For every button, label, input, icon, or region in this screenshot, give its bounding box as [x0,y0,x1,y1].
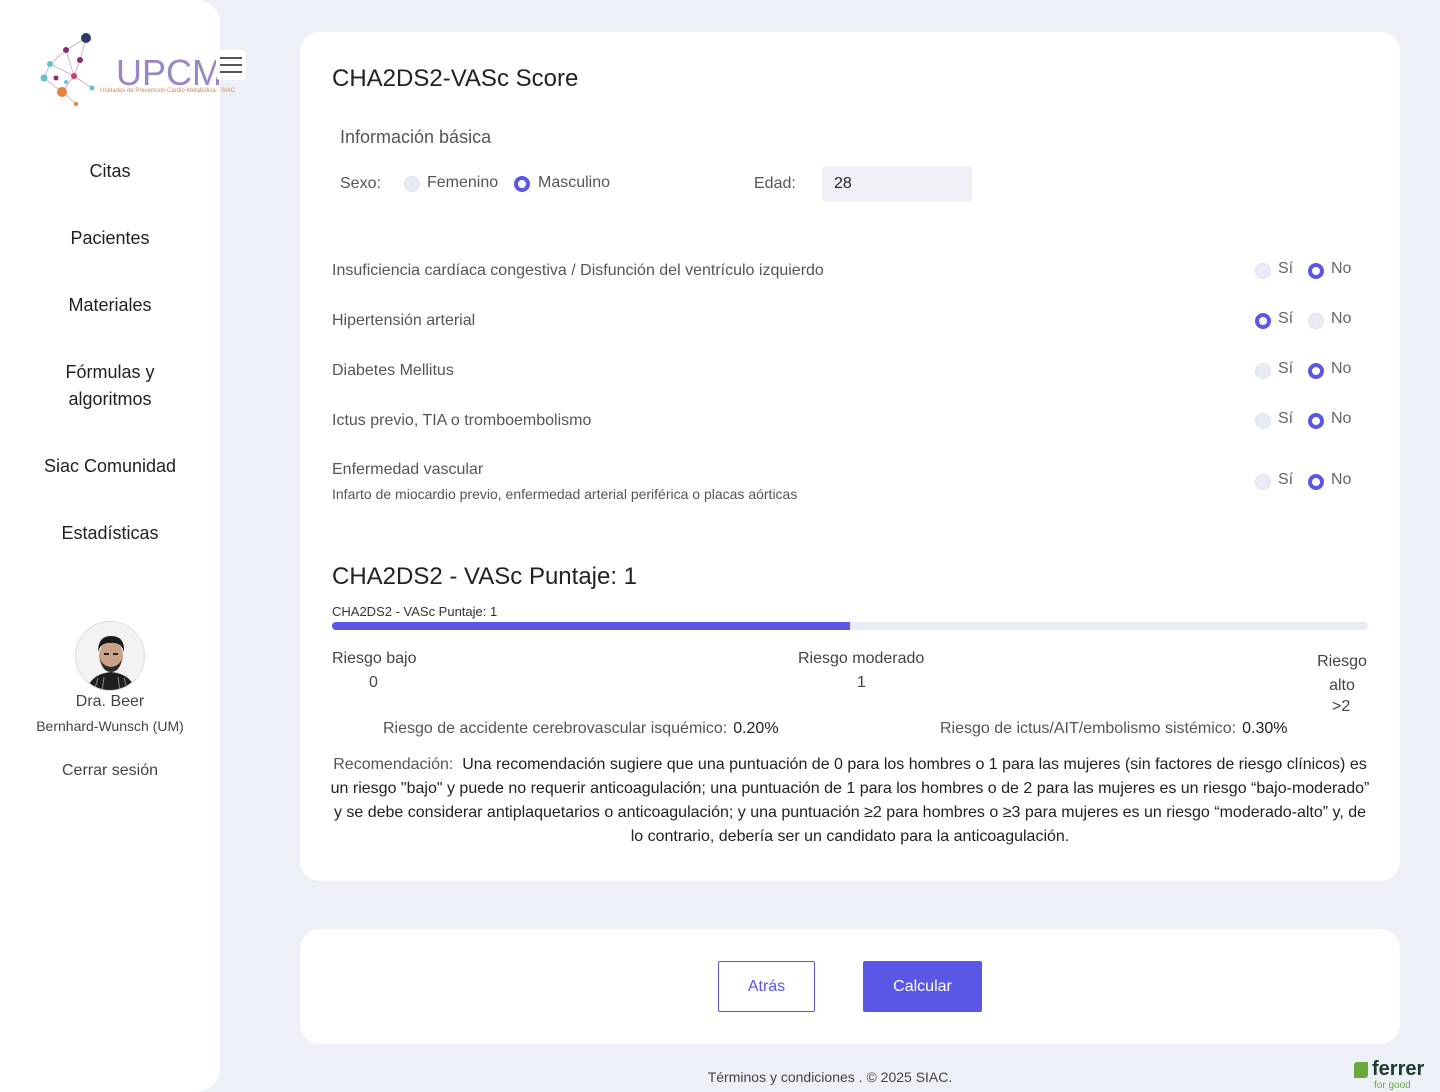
question-option-no[interactable]: No [1331,260,1351,278]
ferrer-mark-icon [1354,1062,1368,1078]
question-row: Ictus previo, TIA o tromboembolismo Sí N… [332,410,1368,442]
question-label: Hipertensión arterial [332,312,476,329]
user-organization: Bernhard-Wunsch (UM) [36,718,184,734]
question-row: Hipertensión arterial Sí No [332,310,1368,342]
footer-text[interactable]: Términos y condiciones . © 2025 SIAC. [0,1069,1440,1085]
score-bar-label: CHA2DS2 - VASc Puntaje: 1 [332,604,498,619]
question-radio-no[interactable] [1308,313,1324,329]
page-title: CHA2DS2-VASc Score [332,65,579,92]
question-row: Enfermedad vascular Infarto de miocardio… [332,461,1368,511]
question-row: Diabetes Mellitus Sí No [332,360,1368,392]
recommendation-label: Recomendación: [333,756,454,773]
sex-label: Sexo: [340,175,381,192]
question-radio-si[interactable] [1255,413,1271,429]
question-label: Ictus previo, TIA o tromboembolismo [332,412,592,429]
question-option-no[interactable]: No [1331,360,1351,378]
question-label: Enfermedad vascular [332,461,484,478]
question-label: Insuficiencia cardíaca congestiva / Disf… [332,262,824,279]
actions-card: Atrás Calcular [300,929,1400,1044]
score-title: CHA2DS2 - VASc Puntaje: 1 [332,563,638,590]
question-option-no[interactable]: No [1331,471,1351,489]
question-radio-si[interactable] [1255,313,1271,329]
question-option-si[interactable]: Sí [1278,410,1293,428]
question-option-no[interactable]: No [1331,410,1351,428]
recommendation-text: Una recomendación sugiere que una puntua… [330,756,1370,845]
question-radio-no[interactable] [1308,363,1324,379]
question-radio-si[interactable] [1255,263,1271,279]
back-button[interactable]: Atrás [718,961,815,1012]
risk-moderate-label: Riesgo moderado [798,650,925,667]
sidebar-item-citas[interactable]: Citas [0,138,220,205]
ferrer-logo: ferrer for good [1354,1058,1426,1092]
risk-high-value: >2 [1332,698,1351,715]
sidebar-item-pacientes[interactable]: Pacientes [0,205,220,272]
risk-moderate-value: 1 [857,674,866,691]
avatar[interactable] [75,621,145,691]
sidebar-nav: Citas Pacientes Materiales Fórmulas y al… [0,138,220,567]
stat-ischemic-value: 0.20% [733,720,779,737]
basic-info-row: Sexo: Femenino Masculino Edad: [340,166,1040,208]
question-radio-si[interactable] [1255,363,1271,379]
age-label: Edad: [754,175,796,192]
calculator-card: CHA2DS2-VASc Score Información básica Se… [300,32,1400,881]
stat-systemic-label: Riesgo de ictus/AIT/embolismo sistémico: [940,720,1237,737]
risk-low-label: Riesgo bajo [332,650,417,667]
question-sublabel: Infarto de miocardio previo, enfermedad … [332,486,798,502]
question-radio-si[interactable] [1255,474,1271,490]
stat-ischemic-label: Riesgo de accidente cerebrovascular isqu… [383,720,728,737]
logo-subtitle: Unidades de Prevención Cardio-Metabólica… [100,88,236,94]
user-portrait-icon [76,622,144,690]
sidebar-item-siac-comunidad[interactable]: Siac Comunidad [0,433,220,500]
question-option-no[interactable]: No [1331,310,1351,328]
sidebar-item-formulas[interactable]: Fórmulas y algoritmos [0,339,220,433]
stat-ischemic-stroke: Riesgo de accidente cerebrovascular isqu… [383,720,779,738]
ferrer-tagline: for good [1374,1080,1411,1091]
stat-systemic-embolism: Riesgo de ictus/AIT/embolismo sistémico:… [940,720,1287,738]
score-progress-fill [332,622,850,630]
question-row: Insuficiencia cardíaca congestiva / Disf… [332,260,1368,292]
section-title-basic: Información básica [340,127,492,147]
age-input[interactable] [822,166,972,202]
question-radio-no[interactable] [1308,263,1324,279]
risk-low-value: 0 [369,674,378,691]
sidebar-item-estadisticas[interactable]: Estadísticas [0,500,220,567]
sex-option-femenino[interactable]: Femenino [427,174,498,192]
question-option-si[interactable]: Sí [1278,471,1293,489]
question-option-si[interactable]: Sí [1278,360,1293,378]
risk-high-label: Riesgo alto [1317,653,1367,694]
question-radio-no[interactable] [1308,474,1324,490]
calculate-button[interactable]: Calcular [863,961,982,1012]
hamburger-menu-icon[interactable] [216,50,246,80]
question-option-si[interactable]: Sí [1278,310,1293,328]
upcm-logo[interactable]: UPCM Unidades de Prevención Cardio-Metab… [36,30,235,110]
sex-radio-femenino[interactable] [404,176,420,192]
sidebar: UPCM Unidades de Prevención Cardio-Metab… [0,0,235,1092]
logout-link[interactable]: Cerrar sesión [0,762,220,780]
sex-radio-masculino[interactable] [514,176,530,192]
sidebar-item-materiales[interactable]: Materiales [0,272,220,339]
recommendation: Recomendación: Una recomendación sugiere… [330,753,1370,849]
score-progress-bar [332,622,1368,630]
stat-systemic-value: 0.30% [1242,720,1288,737]
ferrer-brand: ferrer [1372,1058,1425,1080]
sex-option-masculino[interactable]: Masculino [538,174,610,192]
user-name: Dra. Beer [75,693,145,710]
question-radio-no[interactable] [1308,413,1324,429]
question-option-si[interactable]: Sí [1278,260,1293,278]
question-label: Diabetes Mellitus [332,362,454,379]
